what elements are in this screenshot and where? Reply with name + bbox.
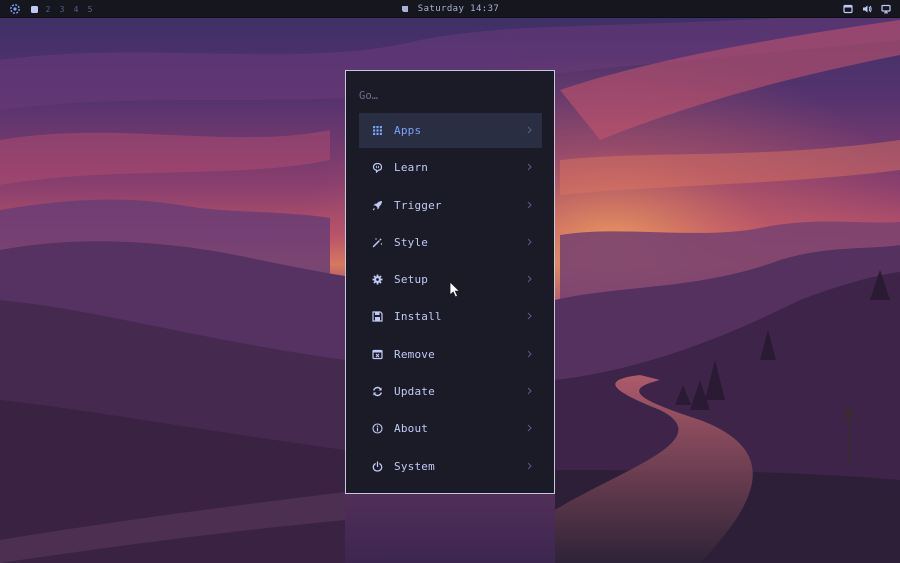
system-tray [834,0,891,18]
menu-item-label: Remove [394,347,435,361]
save-icon [372,311,383,323]
menu-item-label: Setup [394,273,429,287]
menu-item-label: Install [394,310,442,324]
chevron-right-icon [527,238,532,246]
magic-wand-icon [372,237,383,248]
refresh-icon [373,386,382,397]
mouse-cursor-icon [449,281,461,298]
calendar-icon [401,6,408,12]
chevron-right-icon [527,313,532,320]
window-remove-icon [372,349,383,359]
menu-item-about[interactable]: About [359,411,542,446]
menu-item-trigger[interactable]: Trigger [359,188,542,223]
brain-icon [372,163,383,174]
menu-item-label: About [394,422,429,436]
menu-item-label: Update [394,385,435,399]
volume-icon[interactable] [862,4,872,14]
monitor-icon[interactable] [881,4,891,14]
launcher-menu-list: Apps Learn Trigger Style Setup Install R… [359,113,542,486]
power-icon [372,461,383,472]
menu-item-system[interactable]: System [359,449,542,484]
chevron-right-icon [527,275,532,283]
chevron-right-icon [527,163,532,171]
menu-item-label: Learn [394,161,429,175]
top-panel: 2 3 4 5 Saturday 14:37 [0,0,900,18]
chevron-right-icon [527,350,532,358]
chevron-right-icon [527,126,532,134]
rocket-icon [372,200,382,211]
info-icon [372,423,383,434]
menu-item-update[interactable]: Update [359,374,542,409]
gear-icon [372,274,383,285]
grid-icon [373,126,382,135]
menu-item-label: Style [394,235,429,249]
menu-item-label: System [394,459,435,473]
chevron-right-icon [527,462,532,470]
window-icon[interactable] [843,4,853,14]
search-input[interactable]: Go… [359,88,539,104]
menu-item-style[interactable]: Style [359,225,542,260]
chevron-right-icon [527,425,532,432]
menu-item-label: Trigger [394,198,442,212]
menu-item-remove[interactable]: Remove [359,337,542,372]
chevron-right-icon [527,387,532,395]
clock[interactable]: Saturday 14:37 [418,4,499,14]
menu-item-learn[interactable]: Learn [359,150,542,185]
menu-item-label: Apps [394,124,422,137]
chevron-right-icon [527,201,532,208]
menu-item-install[interactable]: Install [359,299,542,334]
menu-item-apps[interactable]: Apps [359,113,542,148]
clock-area: Saturday 14:37 [0,0,900,18]
